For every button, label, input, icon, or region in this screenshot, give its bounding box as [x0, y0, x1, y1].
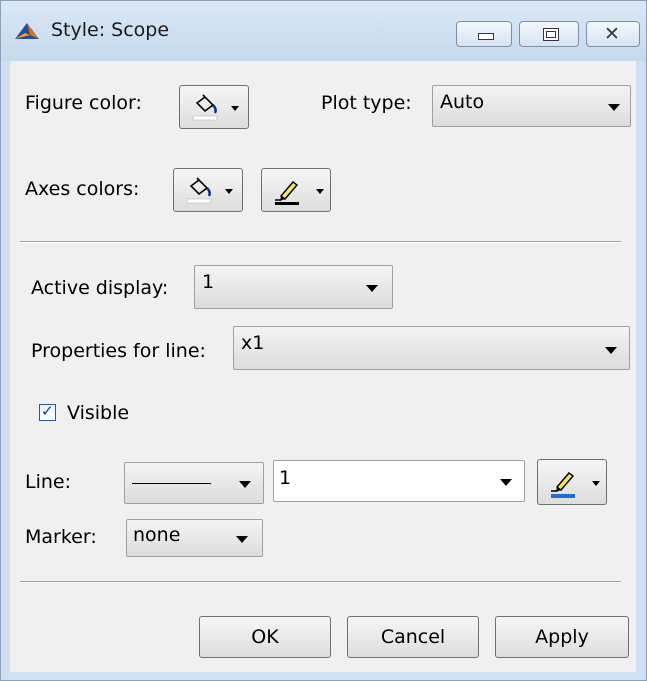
pen-icon [551, 472, 575, 498]
minimize-icon [478, 33, 494, 40]
chevron-down-icon [225, 189, 233, 194]
ok-button[interactable]: OK [199, 616, 331, 658]
plot-type-label: Plot type: [321, 92, 412, 114]
active-display-value: 1 [202, 271, 215, 293]
pen-icon [275, 181, 299, 205]
chevron-down-icon [316, 189, 324, 194]
separator [20, 581, 621, 583]
axes-line-color-button[interactable] [261, 168, 331, 212]
paint-bucket-icon [192, 94, 218, 121]
chevron-down-icon [500, 479, 512, 486]
plot-type-dropdown[interactable]: Auto [432, 85, 631, 127]
paint-bucket-icon [186, 177, 212, 204]
properties-line-value: x1 [241, 332, 265, 354]
separator [20, 241, 621, 243]
minimize-button[interactable] [456, 21, 512, 47]
line-style-dropdown[interactable] [124, 462, 264, 504]
chevron-down-icon [236, 536, 248, 543]
properties-for-line-label: Properties for line: [31, 340, 206, 362]
style-scope-dialog: Style: Scope ✕ Figure color: Plot type: … [0, 0, 647, 681]
chevron-down-icon [605, 347, 617, 354]
marker-dropdown[interactable]: none [126, 519, 263, 557]
apply-button[interactable]: Apply [495, 616, 629, 658]
figure-color-label: Figure color: [25, 92, 142, 114]
properties-line-dropdown[interactable]: x1 [233, 326, 630, 370]
line-label: Line: [25, 471, 71, 493]
active-display-dropdown[interactable]: 1 [194, 265, 393, 309]
close-button[interactable]: ✕ [586, 21, 640, 47]
plot-type-value: Auto [440, 91, 485, 113]
chevron-down-icon [231, 106, 239, 111]
line-color-button[interactable] [537, 459, 607, 505]
close-icon: ✕ [604, 23, 620, 45]
cancel-button[interactable]: Cancel [347, 616, 479, 658]
matlab-icon [15, 23, 39, 39]
active-display-label: Active display: [31, 277, 169, 299]
window-title: Style: Scope [51, 19, 170, 41]
chevron-down-icon [239, 481, 251, 488]
maximize-button[interactable] [519, 21, 579, 47]
figure-color-button[interactable] [179, 85, 249, 129]
title-bar: Style: Scope ✕ [1, 1, 646, 61]
visible-label: Visible [67, 402, 130, 424]
chevron-down-icon [608, 104, 620, 111]
axes-colors-label: Axes colors: [25, 178, 140, 200]
marker-value: none [133, 524, 181, 546]
chevron-down-icon [592, 481, 600, 486]
line-width-combobox[interactable]: 1 [273, 460, 525, 502]
visible-checkbox[interactable]: ✓ [39, 402, 56, 421]
checkmark-icon: ✓ [41, 402, 54, 420]
chevron-down-icon [366, 285, 378, 292]
solid-line-icon [132, 483, 211, 484]
line-width-value[interactable]: 1 [279, 467, 291, 489]
axes-background-color-button[interactable] [173, 168, 243, 212]
marker-label: Marker: [25, 526, 97, 548]
maximize-icon [543, 28, 559, 41]
